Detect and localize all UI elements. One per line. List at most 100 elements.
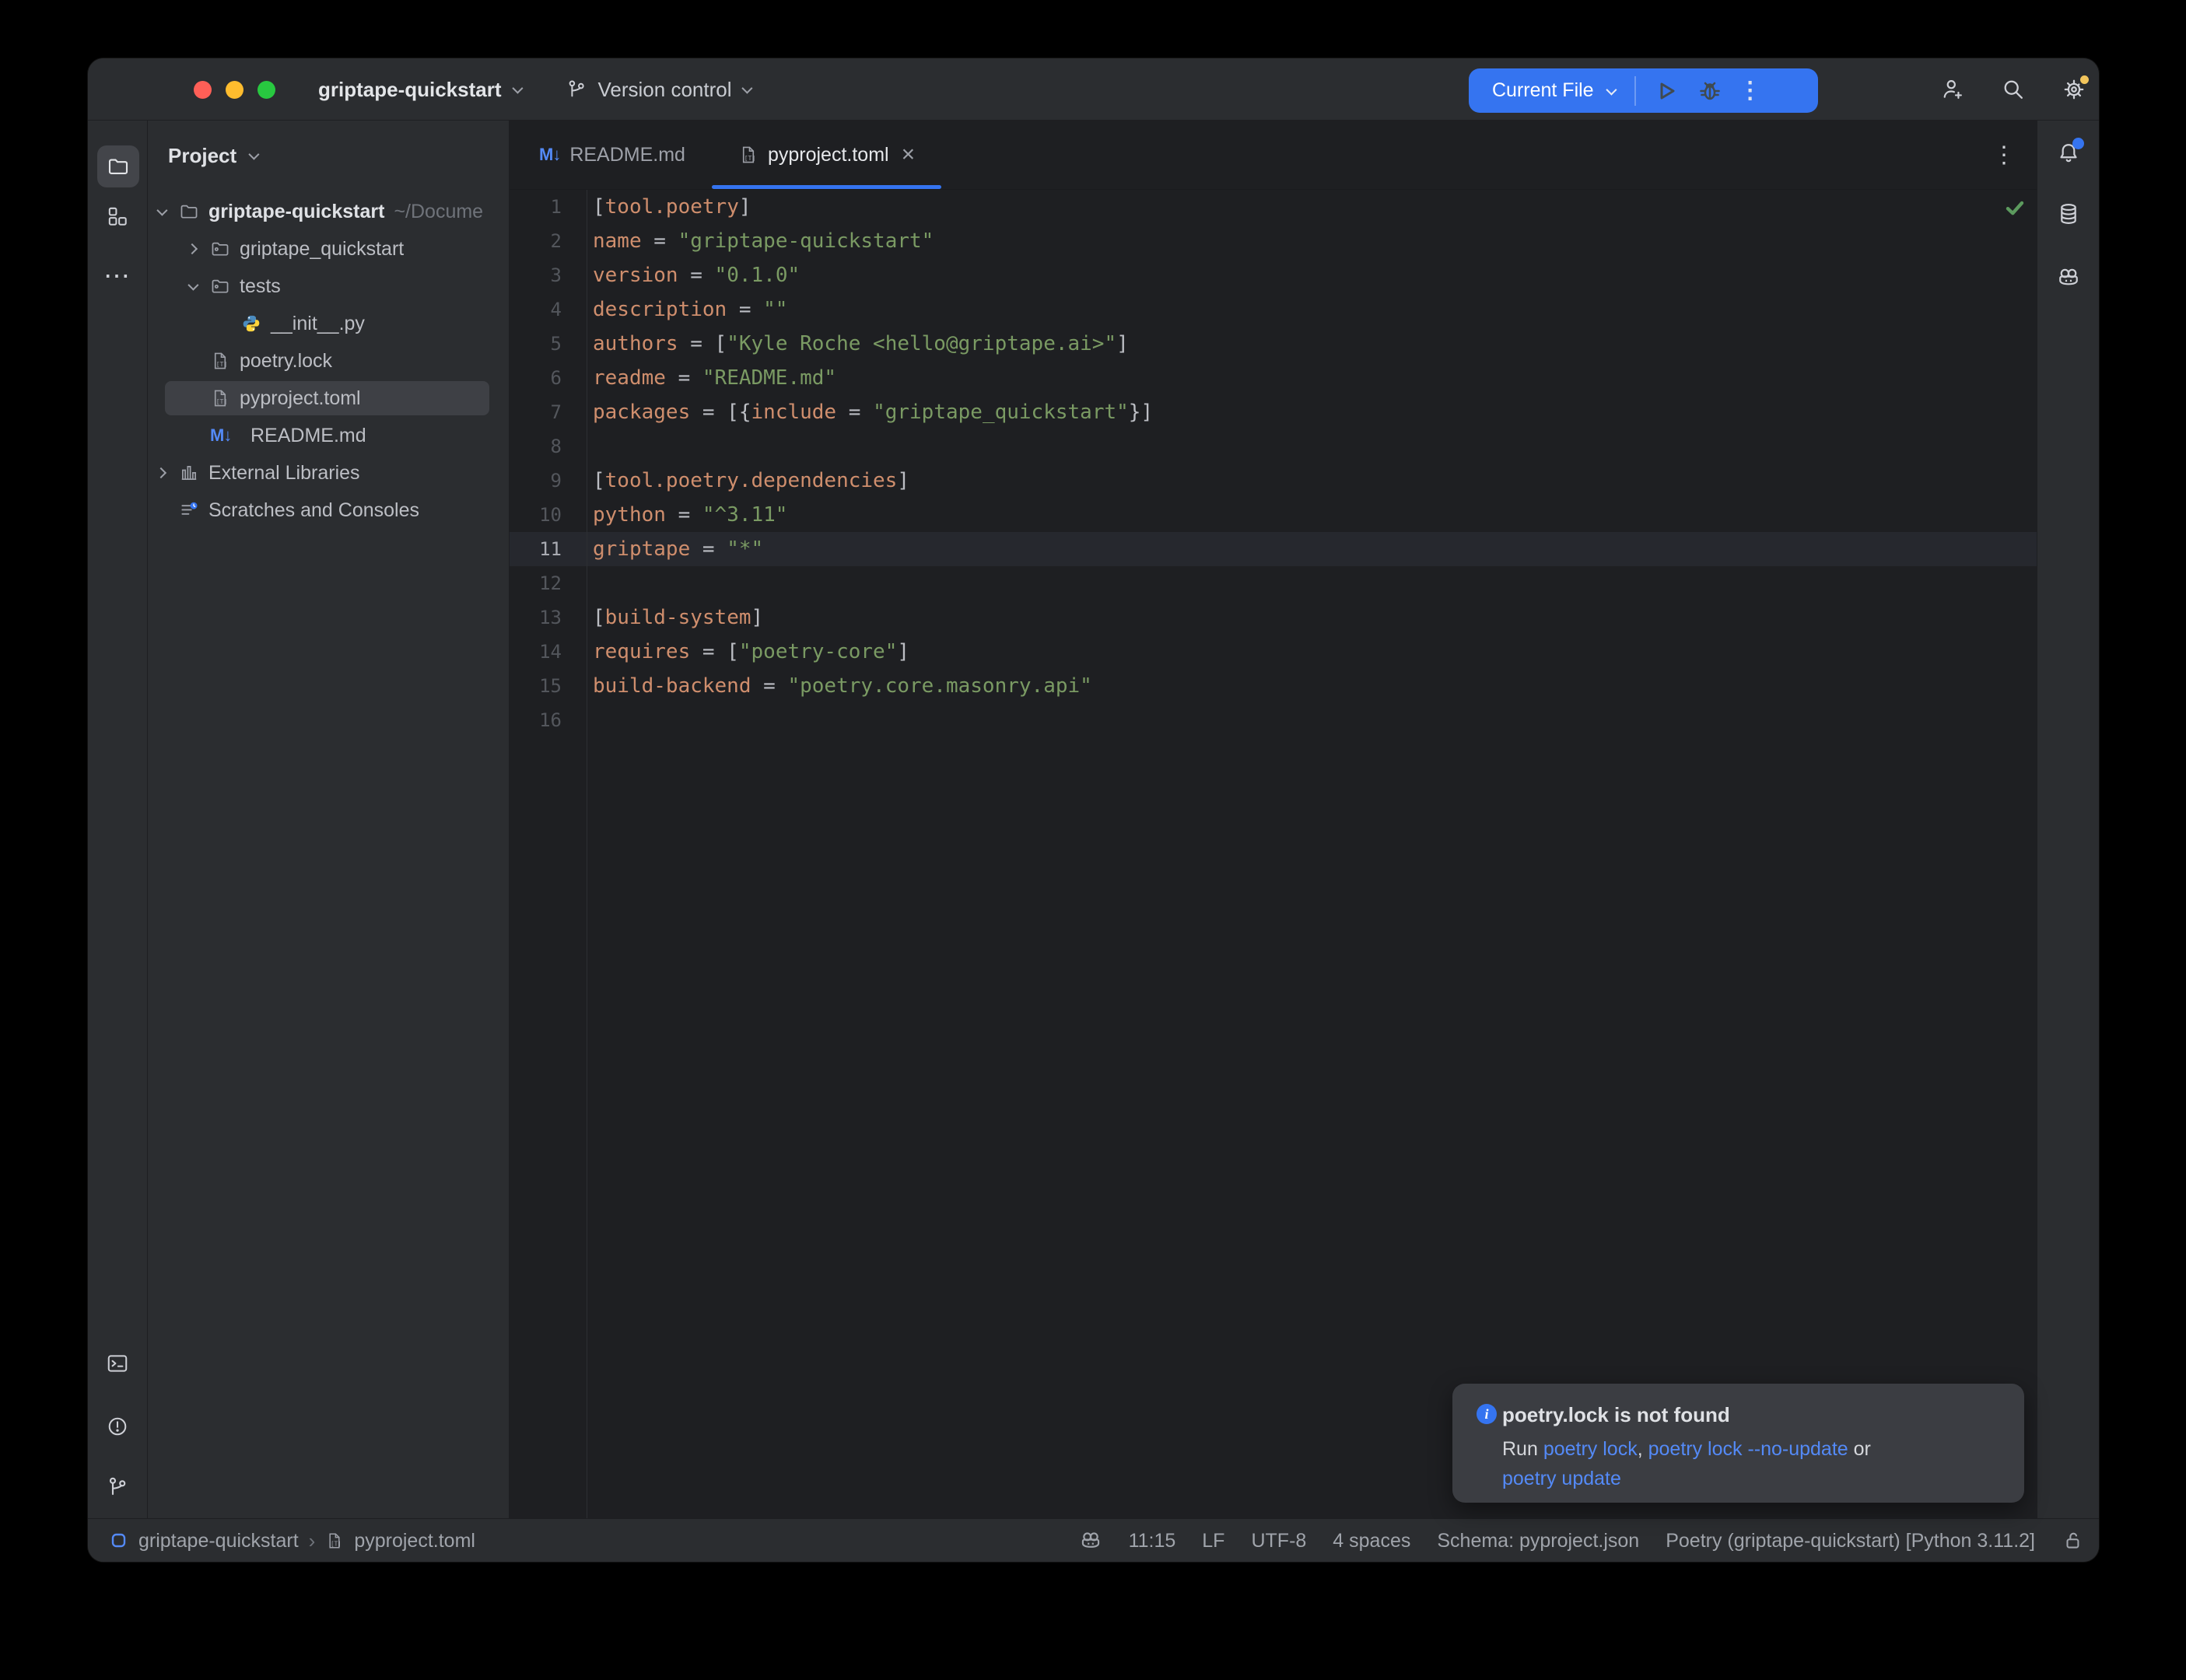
tab-label: README.md [569,144,685,166]
status-widget-utf-8[interactable]: UTF-8 [1251,1530,1306,1552]
toml-icon: [T] [210,388,230,408]
minimize-window-button[interactable] [226,81,243,99]
code-punct: ] [897,640,909,663]
tree-item-label: External Libraries [208,462,360,485]
line-number: 11 [510,532,562,566]
toml-icon: [T] [210,351,230,371]
tree-row-tests[interactable]: tests [148,268,509,305]
bell-icon[interactable] [2056,141,2081,166]
close-icon[interactable]: × [902,143,916,166]
line-number: 9 [510,464,562,498]
code-line: [build-system] [593,600,1153,635]
unlock-icon[interactable] [2062,1529,2085,1552]
code-line: requires = ["poetry-core"] [593,635,1153,669]
chevron-down-icon[interactable] [184,282,210,290]
code-punct: = [690,537,727,561]
status-widget-lf[interactable]: LF [1202,1530,1224,1552]
editor-zone: M↓ README.md [T] pyproject.toml × ⋮ 1234… [510,121,2037,1518]
code-punct: ] [739,195,751,219]
run-config-label[interactable]: Current File [1492,79,1594,102]
code-string: "griptape_quickstart" [873,401,1129,424]
code-key: build-backend [593,674,751,698]
editor-gutter[interactable]: 12345678910111213141516 [510,190,562,737]
tree-row-readme-md[interactable]: M↓README.md [148,417,509,454]
chevron-down-icon [512,83,523,94]
tab-pyproject-toml[interactable]: [T] pyproject.toml × [712,121,941,189]
run-button[interactable] [1653,78,1680,104]
tab-options-icon[interactable]: ⋮ [1992,121,2016,190]
source-folder-icon [210,239,230,259]
tree-row-griptape-quickstart[interactable]: griptape-quickstart~/Docume [148,193,509,230]
code-key: requires [593,640,690,663]
add-user-icon[interactable] [1940,77,1965,102]
project-panel-title: Project [168,144,236,168]
project-panel-header[interactable]: Project [148,135,257,177]
search-icon[interactable] [2001,77,2026,102]
line-number: 13 [510,600,562,635]
code-key: authors [593,332,678,355]
notification-link[interactable]: poetry lock --no-update [1648,1438,1848,1460]
chevron-right-icon[interactable] [152,469,179,477]
tree-item-label: README.md [250,425,366,447]
source-folder-icon [210,276,230,296]
line-number: 16 [510,703,562,737]
notification-link[interactable]: poetry lock [1543,1438,1638,1460]
breadcrumb-file[interactable]: pyproject.toml [354,1530,475,1552]
code-punct: = [836,401,873,424]
gear-icon[interactable] [2062,77,2086,102]
code-string: "poetry-core" [739,640,898,663]
markdown-icon: M↓ [539,145,560,165]
code-punct: = [{ [690,401,751,424]
code-string: "^3.11" [702,503,788,527]
chevron-right-icon[interactable] [184,245,210,253]
debug-button[interactable] [1697,78,1723,104]
breadcrumb[interactable]: griptape-quickstart › [T] pyproject.toml [110,1519,475,1562]
code-line: [tool.poetry] [593,190,1153,224]
status-widget-schema-pyproject-json[interactable]: Schema: pyproject.json [1437,1530,1639,1552]
notification-popup[interactable]: i poetry.lock is not found Run poetry lo… [1452,1384,2024,1503]
breadcrumb-project[interactable]: griptape-quickstart [138,1530,299,1552]
database-icon[interactable] [2056,201,2081,226]
tab-readme[interactable]: M↓ README.md [513,121,712,189]
status-widget-11-15[interactable]: 11:15 [1129,1530,1176,1552]
run-configuration-widget[interactable]: Current File ⋮ [1469,68,1818,113]
status-widget-4-spaces[interactable]: 4 spaces [1333,1530,1410,1552]
more-tool-windows-icon[interactable]: ⋯ [103,261,131,292]
code-key: build-system [605,606,751,629]
tree-row-poetry-lock[interactable]: [T]poetry.lock [148,342,509,380]
code-key: python [593,503,666,527]
more-run-options-button[interactable]: ⋮ [1739,78,1762,104]
code-punct: = [ [678,332,727,355]
chevron-down-icon[interactable] [152,208,179,215]
title-bar: griptape-quickstart Version control Curr… [88,58,2099,121]
tree-row-griptape-quickstart[interactable]: griptape_quickstart [148,230,509,268]
tree-row-scratches-and-consoles[interactable]: Scratches and Consoles [148,492,509,529]
structure-icon[interactable] [106,205,129,228]
folder-icon [179,201,199,222]
code-line: griptape = "*" [593,532,1153,566]
notification-dot [2072,138,2084,149]
ai-assistant-icon[interactable] [2056,265,2081,290]
status-widget-poetry-griptape-quicksta[interactable]: Poetry (griptape-quickstart) [Python 3.1… [1666,1530,2035,1552]
tree-row-pyproject-toml[interactable]: [T]pyproject.toml [148,380,509,417]
code-editor[interactable]: 12345678910111213141516 [tool.poetry]nam… [510,190,2037,1518]
close-window-button[interactable] [194,81,212,99]
problems-icon[interactable] [106,1415,129,1438]
terminal-icon[interactable] [106,1352,129,1375]
project-switcher[interactable]: griptape-quickstart [318,78,502,102]
notification-link[interactable]: poetry update [1502,1468,1621,1489]
code-lines[interactable]: [tool.poetry]name = "griptape-quickstart… [593,190,1153,737]
zoom-window-button[interactable] [257,81,275,99]
ai-assistant-icon[interactable] [1079,1529,1102,1552]
branch-icon[interactable] [106,1475,129,1499]
tree-row--init-py[interactable]: __init__.py [148,305,509,342]
vcs-widget[interactable]: Version control [598,78,732,102]
code-string: "poetry.core.masonry.api" [787,674,1091,698]
project-tool-window-button[interactable] [97,145,139,187]
tree-row-external-libraries[interactable]: External Libraries [148,454,509,492]
tab-label: pyproject.toml [768,144,889,166]
code-string: "0.1.0" [715,264,800,287]
notification-body-line: poetry update [1502,1464,1871,1493]
line-number: 15 [510,669,562,703]
code-key: description [593,298,727,321]
